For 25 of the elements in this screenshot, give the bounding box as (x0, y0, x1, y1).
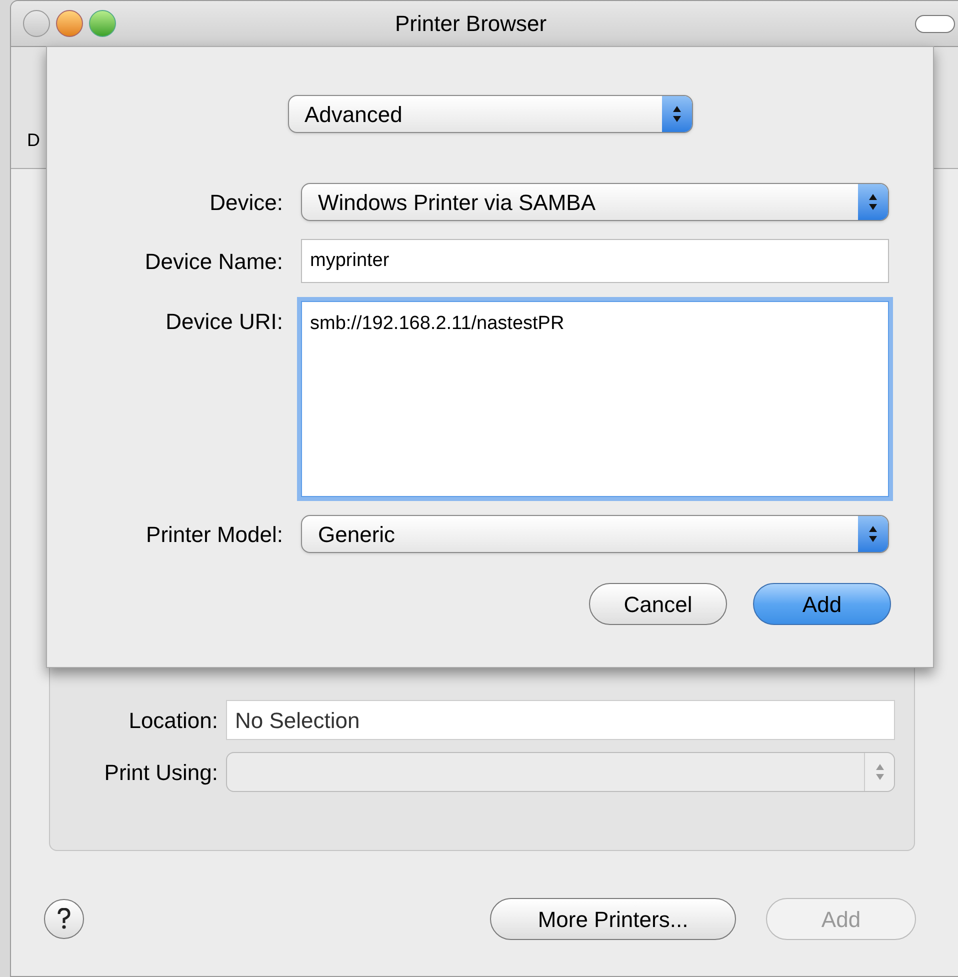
default-button[interactable]: Add (753, 583, 891, 625)
stepper-icon (662, 96, 692, 132)
mode-popup[interactable]: Advanced (288, 95, 692, 133)
field-label: Printer Model: (145, 520, 283, 548)
stepper-icon (864, 753, 894, 791)
field-label: Device URI: (164, 308, 283, 336)
location-field[interactable]: No Selection (226, 700, 895, 740)
stepper-icon (858, 516, 888, 552)
window-title: Printer Browser (395, 10, 547, 38)
device-name-field[interactable]: myprinter (301, 239, 889, 283)
device-popup[interactable]: Generic (301, 515, 889, 553)
minimize-icon[interactable] (56, 10, 83, 37)
field-label: Device Name: (144, 248, 283, 276)
zoom-icon[interactable] (89, 10, 116, 37)
stepper-icon (858, 184, 888, 220)
field-label: Location: (128, 706, 218, 734)
field-label: Print Using: (103, 758, 218, 787)
toolbar-toggle-icon[interactable] (915, 14, 955, 32)
push-button[interactable]: More Printers... (490, 898, 736, 940)
toolbar-label: D (27, 129, 40, 152)
field-label: Device: (208, 188, 283, 216)
question-mark-icon (57, 908, 71, 930)
device-popup[interactable]: Windows Printer via SAMBA (301, 183, 889, 221)
close-icon[interactable] (23, 10, 50, 37)
push-button[interactable]: Cancel (589, 583, 727, 625)
